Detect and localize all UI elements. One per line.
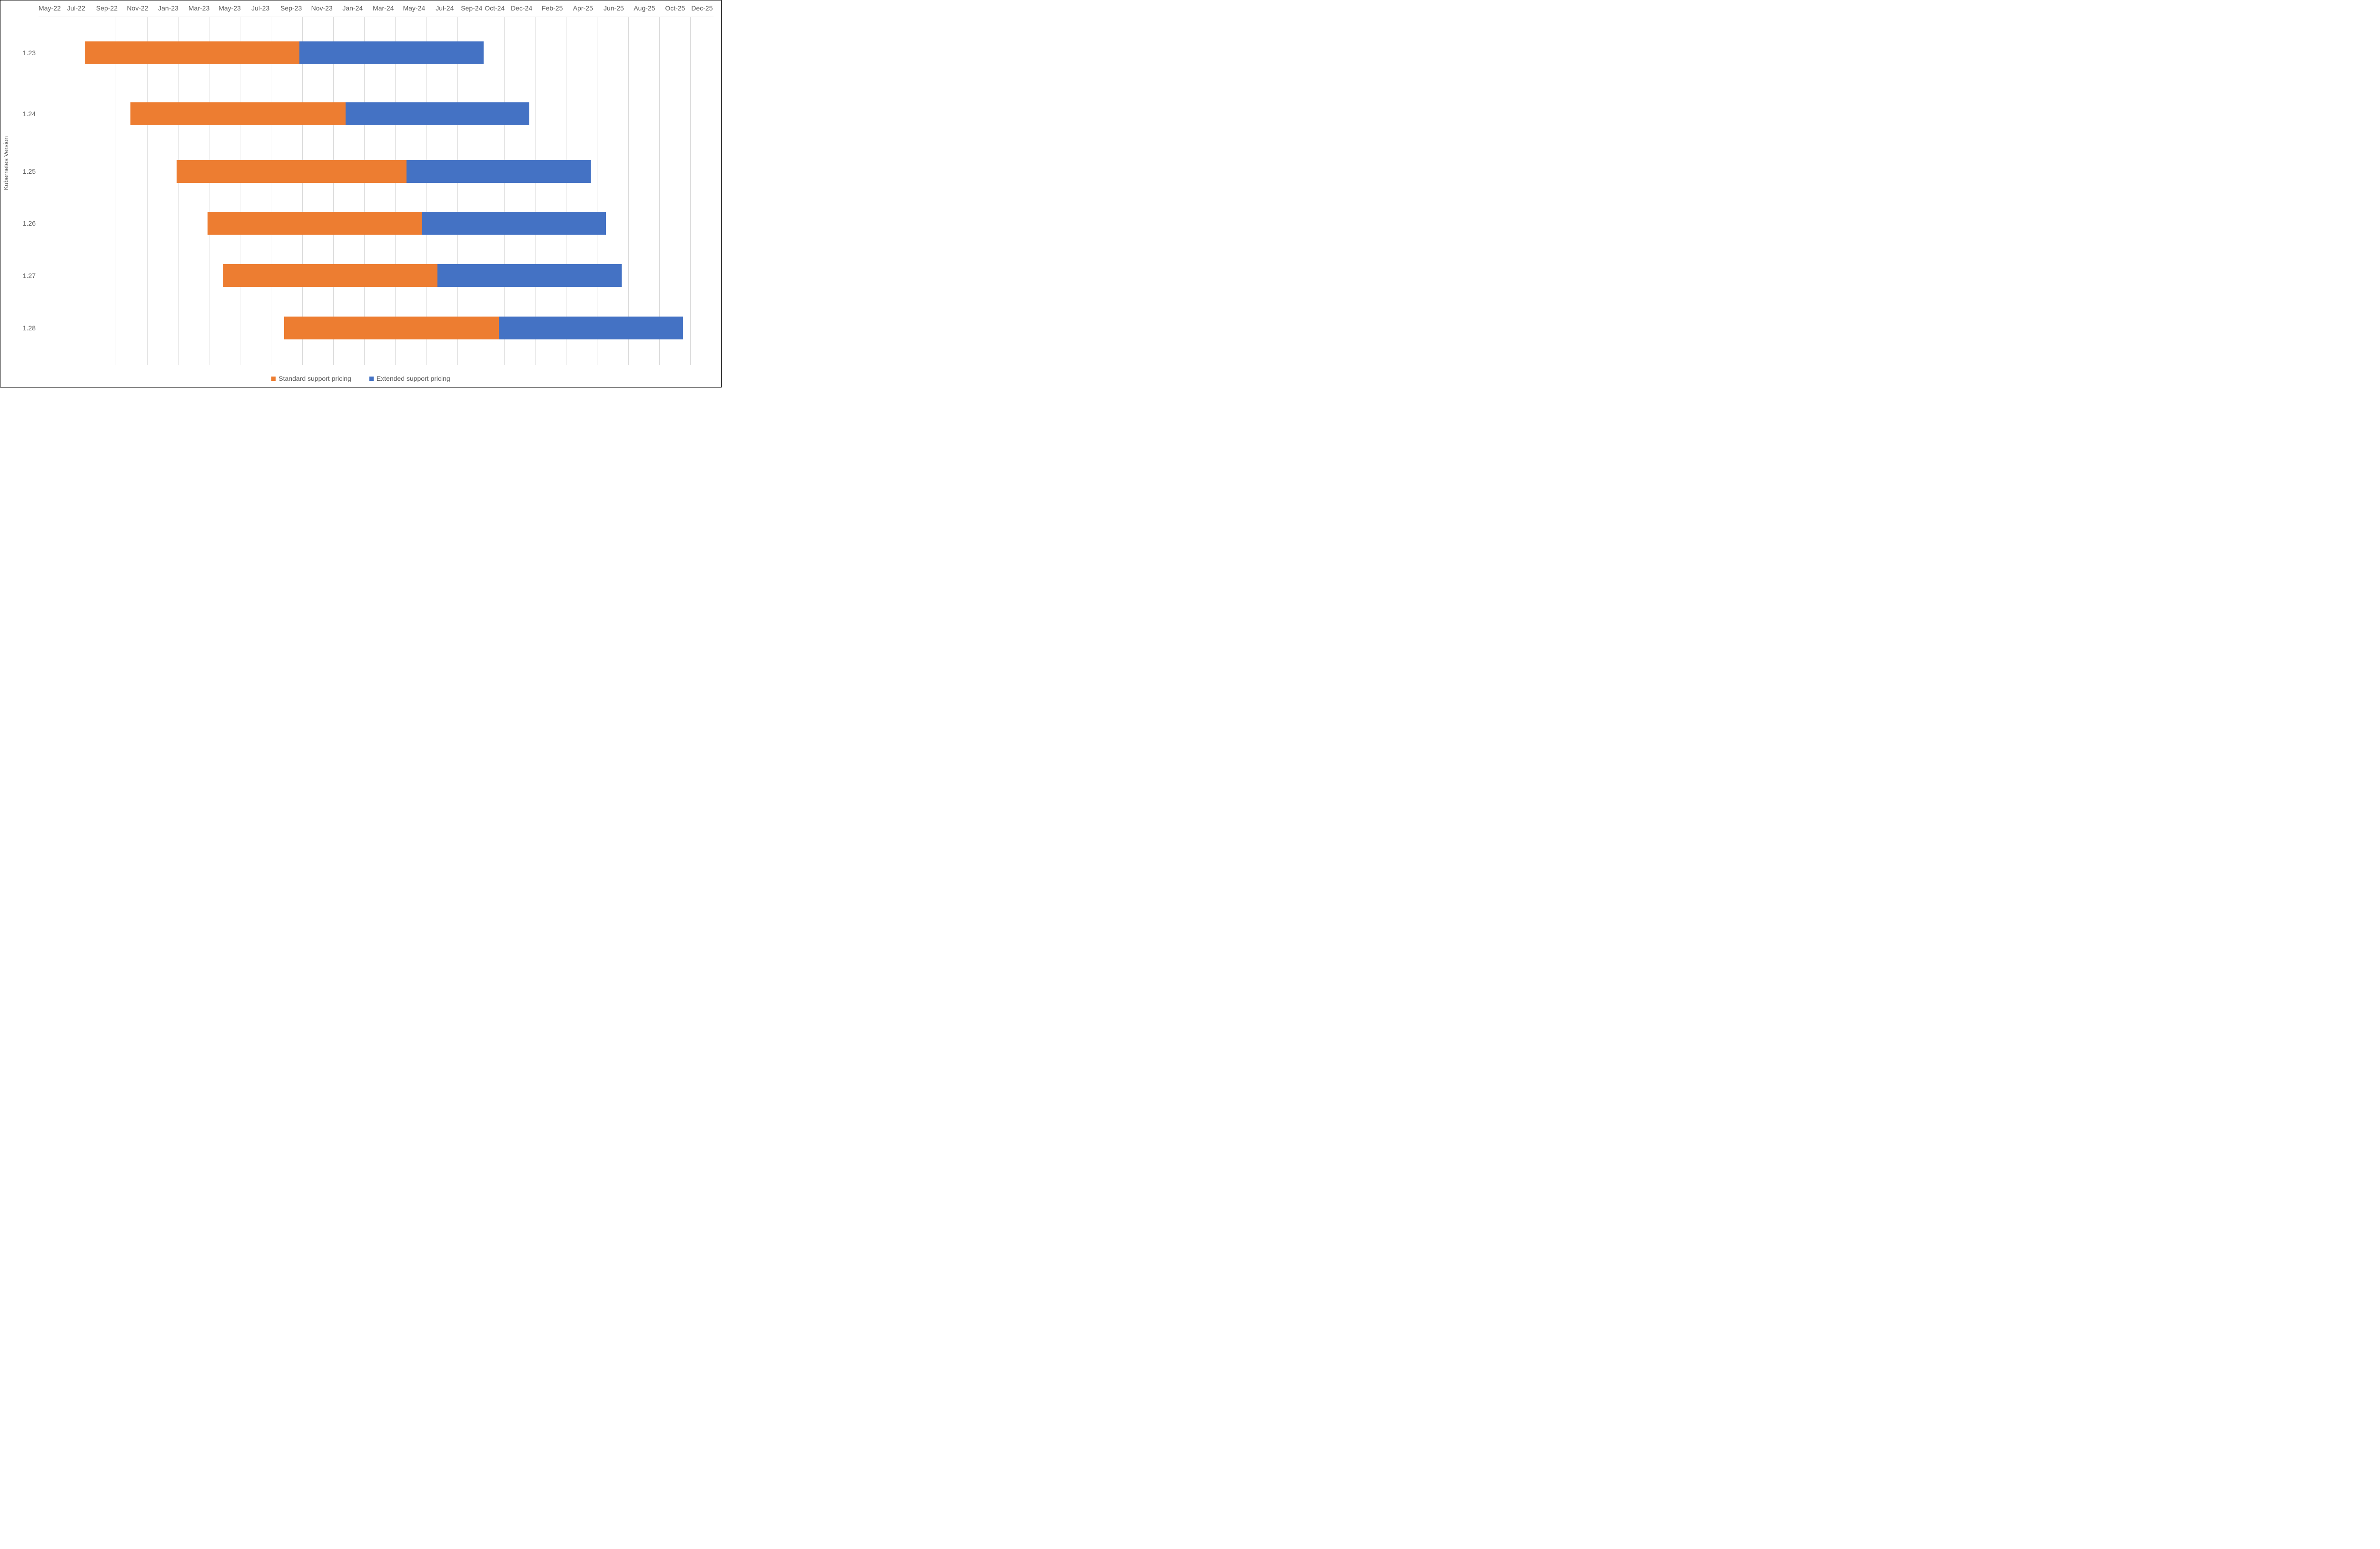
y-category-label: 1.26: [12, 219, 36, 227]
bar-segment-extended: [437, 264, 622, 287]
x-tick-label: Dec-25: [691, 4, 714, 15]
x-tick-label: Dec-24: [506, 4, 537, 15]
y-category-label: 1.27: [12, 272, 36, 279]
gridlines: [39, 17, 714, 365]
x-tick-label: Jun-25: [598, 4, 629, 15]
x-tick-label: Sep-23: [276, 4, 307, 15]
legend-label-extended: Extended support pricing: [377, 375, 450, 382]
legend-swatch-extended-icon: [369, 377, 374, 381]
y-axis-title: Kubernetes Version: [2, 136, 10, 190]
x-tick-label: Nov-22: [122, 4, 153, 15]
x-axis-tick-labels: May-22Jul-22Sep-22Nov-22Jan-23Mar-23May-…: [39, 4, 714, 15]
bar-segment-extended: [407, 160, 591, 183]
bar-segment-standard: [130, 102, 345, 125]
bar-segment-extended: [422, 212, 606, 235]
x-tick-label: May-24: [399, 4, 430, 15]
x-tick-label: Sep-22: [91, 4, 122, 15]
bar-segment-standard: [208, 212, 422, 235]
x-tick-label: Jul-23: [245, 4, 276, 15]
legend-swatch-standard-icon: [271, 377, 276, 381]
x-tick-label: May-23: [214, 4, 245, 15]
bar-row-1-25: 1.25: [39, 160, 714, 183]
x-tick-label: Jul-22: [61, 4, 92, 15]
chart-frame: Kubernetes Version May-22Jul-22Sep-22Nov…: [0, 0, 722, 387]
x-tick-label: Feb-25: [537, 4, 568, 15]
bar-row-1-26: 1.26: [39, 212, 714, 235]
y-category-label: 1.25: [12, 168, 36, 175]
bar-segment-extended: [346, 102, 530, 125]
bar-segment-standard: [85, 41, 299, 64]
bar-segment-standard: [284, 317, 499, 339]
bar-row-1-28: 1.28: [39, 317, 714, 339]
bar-segment-standard: [223, 264, 437, 287]
x-tick-label: Sep-24: [460, 4, 483, 15]
x-tick-label: Mar-24: [368, 4, 399, 15]
bar-segment-extended: [499, 317, 683, 339]
bar-segment-extended: [299, 41, 484, 64]
legend-item-extended: Extended support pricing: [369, 375, 450, 382]
bar-segment-standard: [177, 160, 407, 183]
bar-row-1-24: 1.24: [39, 102, 714, 125]
bar-row-1-27: 1.27: [39, 264, 714, 287]
x-tick-label: Aug-25: [629, 4, 660, 15]
y-category-label: 1.24: [12, 110, 36, 118]
x-tick-label: Mar-23: [184, 4, 215, 15]
x-tick-label: Jan-24: [337, 4, 368, 15]
x-tick-label: Oct-24: [483, 4, 506, 15]
legend: Standard support pricing Extended suppor…: [0, 375, 721, 382]
plot-area: 1.23 1.24 1.25 1.26 1.27 1.28: [39, 17, 714, 365]
legend-item-standard: Standard support pricing: [271, 375, 351, 382]
y-category-label: 1.28: [12, 324, 36, 332]
x-tick-label: Jan-23: [153, 4, 184, 15]
x-tick-label: Apr-25: [567, 4, 598, 15]
x-tick-label: Nov-23: [307, 4, 337, 15]
y-category-label: 1.23: [12, 49, 36, 57]
x-tick-label: May-22: [39, 4, 61, 15]
x-tick-label: Jul-24: [429, 4, 460, 15]
legend-label-standard: Standard support pricing: [278, 375, 351, 382]
bar-row-1-23: 1.23: [39, 41, 714, 64]
x-tick-label: Oct-25: [660, 4, 691, 15]
